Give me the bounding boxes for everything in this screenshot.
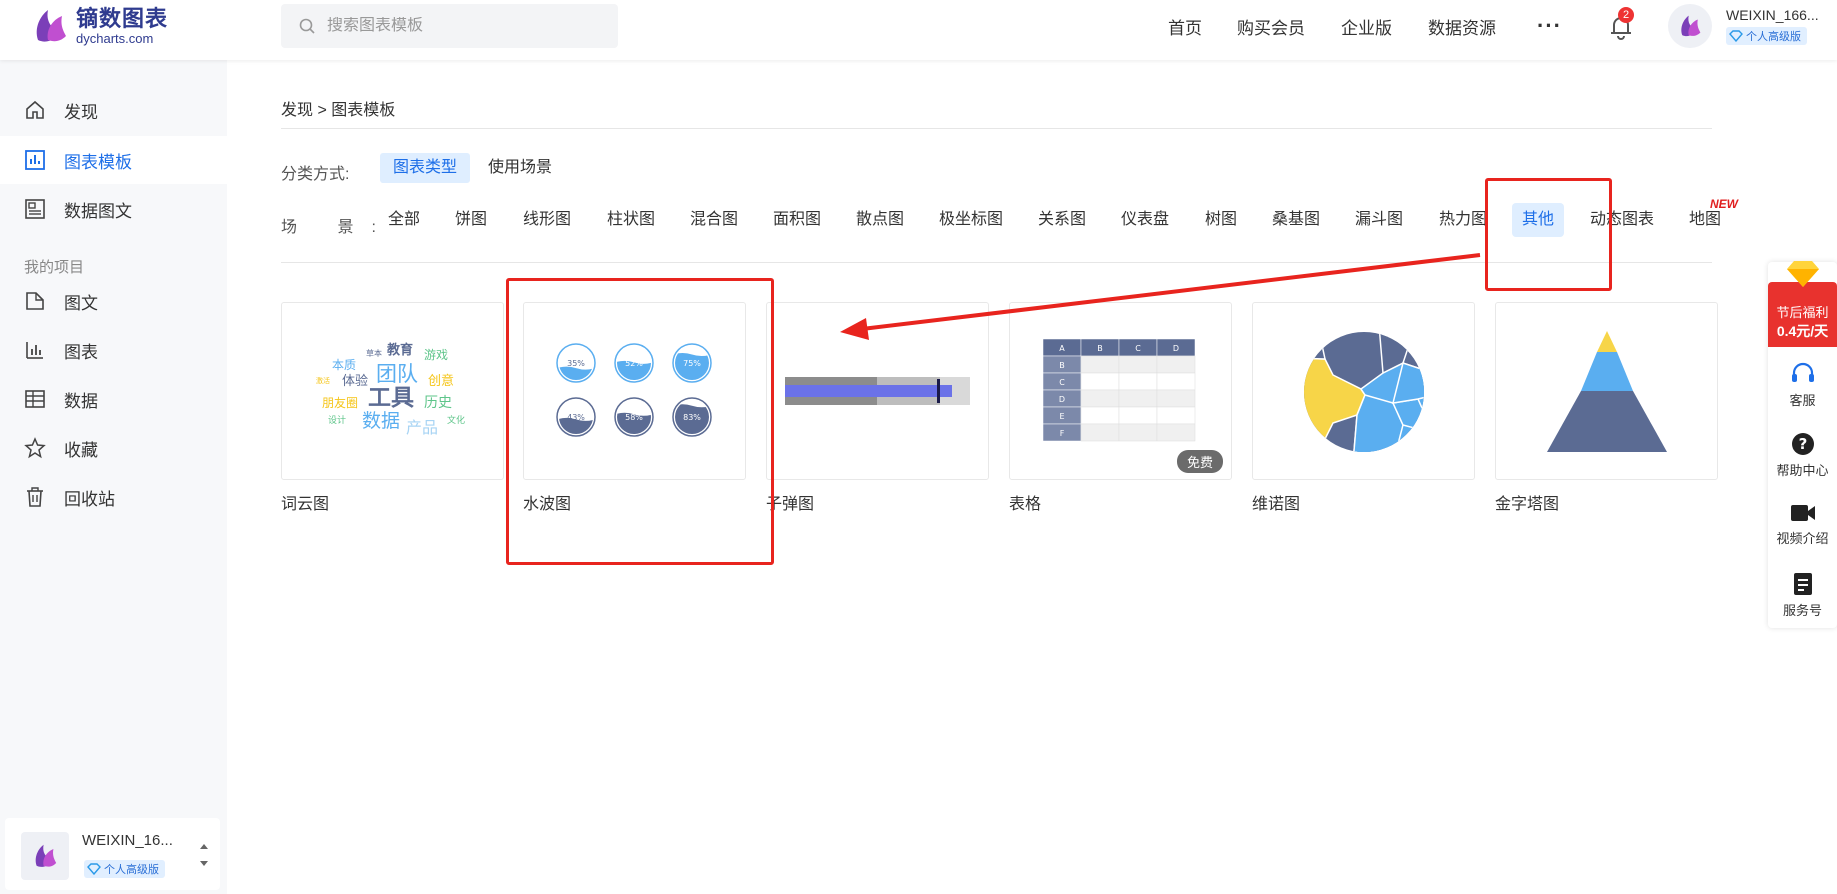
vip-badge: 个人高级版	[1726, 27, 1807, 45]
help-center-button[interactable]: ? 帮助中心	[1768, 432, 1837, 479]
logo-name: 镝数图表	[76, 5, 169, 31]
diamond-icon	[1787, 261, 1819, 287]
svg-text:?: ?	[1798, 435, 1807, 453]
logo[interactable]: 镝数图表 dycharts.com	[30, 6, 168, 46]
avatar[interactable]	[1668, 4, 1712, 48]
file-icon	[1793, 573, 1812, 595]
search-bar[interactable]	[281, 4, 618, 48]
logo-icon	[36, 10, 66, 42]
logo-domain: dycharts.com	[76, 30, 154, 46]
nav-home[interactable]: 首页	[1168, 0, 1202, 52]
search-icon	[299, 18, 315, 34]
service-account-button[interactable]: 服务号	[1768, 572, 1837, 619]
nav-data-resources[interactable]: 数据资源	[1428, 0, 1496, 52]
notification-badge: 2	[1618, 7, 1634, 23]
annotation-arrow	[840, 253, 1481, 340]
nav-enterprise[interactable]: 企业版	[1341, 0, 1392, 52]
search-input[interactable]	[327, 17, 587, 35]
customer-service-button[interactable]: 客服	[1768, 362, 1837, 409]
avatar-logo-icon	[1681, 15, 1701, 37]
promo-banner[interactable]: 节后福利 0.4元/天	[1768, 282, 1837, 347]
user-menu[interactable]: WEIXIN_166... 个人高级版	[1726, 7, 1819, 47]
video-intro-button[interactable]: 视频介绍	[1768, 502, 1837, 547]
username: WEIXIN_166...	[1726, 7, 1819, 23]
headset-icon	[1791, 362, 1814, 382]
nav-buy-membership[interactable]: 购买会员	[1237, 0, 1305, 52]
more-menu-button[interactable]: ···	[1537, 0, 1562, 52]
diamond-icon	[1729, 30, 1743, 42]
video-icon	[1790, 505, 1815, 521]
right-float-bar: 节后福利 0.4元/天 客服 ? 帮助中心 视频介绍 服务号	[1768, 261, 1837, 628]
help-icon: ?	[1791, 433, 1814, 455]
top-bar: 镝数图表 dycharts.com 首页 购买会员 企业版 数据资源 ··· 2…	[0, 0, 1837, 60]
